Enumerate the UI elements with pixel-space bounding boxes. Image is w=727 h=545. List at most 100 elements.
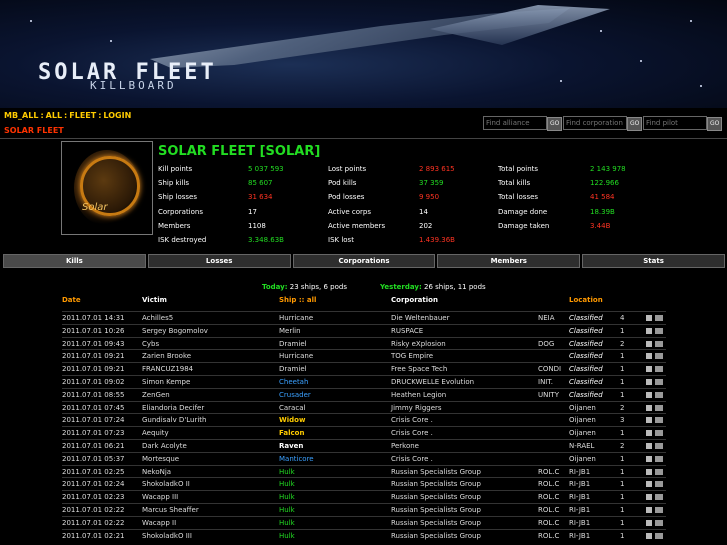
related-kills-icon[interactable]: [655, 494, 663, 501]
find-alliance-input[interactable]: [483, 116, 547, 130]
details-icon[interactable]: [646, 494, 652, 501]
table-row[interactable]: 2011.07.01 07:24 Gundisalv D'Lurith Widow C…: [62, 414, 666, 426]
nav-link-mb-all[interactable]: MB_ALL: [4, 111, 38, 120]
corp-name[interactable]: Heathen Legion: [391, 391, 446, 399]
details-icon[interactable]: [646, 468, 652, 475]
related-kills-icon[interactable]: [655, 353, 663, 360]
details-icon[interactable]: [646, 481, 652, 488]
corp-name[interactable]: Russian Specialists Group: [391, 468, 481, 476]
victim-name[interactable]: Zarien Brooke: [142, 352, 191, 360]
corp-name[interactable]: Crisis Core .: [391, 429, 433, 437]
corp-name[interactable]: DRUCKWELLE Evolution: [391, 378, 474, 386]
victim-name[interactable]: NekoNja: [142, 468, 171, 476]
related-kills-icon[interactable]: [655, 327, 663, 334]
table-row[interactable]: 2011.07.01 09:43 Cybs Dramiel Risky eXplosi…: [62, 338, 666, 350]
details-icon[interactable]: [646, 391, 652, 398]
tab-kills[interactable]: Kills: [3, 254, 146, 268]
col-header-ship[interactable]: Ship :: all: [279, 296, 316, 304]
related-kills-icon[interactable]: [655, 379, 663, 385]
table-row[interactable]: 2011.07.01 06:21 Dark Acolyte Raven Perkone…: [62, 440, 666, 452]
details-icon[interactable]: [646, 404, 652, 411]
details-icon[interactable]: [646, 532, 652, 539]
corp-name[interactable]: TOG Empire: [391, 352, 433, 360]
victim-name[interactable]: Cybs: [142, 340, 159, 348]
table-row[interactable]: 2011.07.01 02:25 NekoNja Hulk Russian Speci…: [62, 466, 666, 478]
details-icon[interactable]: [646, 507, 652, 513]
corp-name[interactable]: Free Space Tech: [391, 365, 447, 373]
find-corporation-input[interactable]: [563, 116, 627, 130]
find-corporation-go-button[interactable]: GO: [627, 116, 643, 131]
details-icon[interactable]: [646, 430, 652, 437]
corp-name[interactable]: Jimmy Riggers: [391, 404, 442, 412]
tab-corporations[interactable]: Corporations: [292, 254, 436, 268]
table-row[interactable]: 2011.07.01 05:37 Mortesque Manticore Crisis…: [62, 453, 666, 465]
details-icon[interactable]: [646, 340, 652, 347]
tab-members[interactable]: Members: [437, 254, 581, 268]
details-icon[interactable]: [646, 315, 652, 321]
victim-name[interactable]: ShokoladkO II: [142, 480, 190, 488]
details-icon[interactable]: [646, 366, 652, 373]
details-icon[interactable]: [646, 353, 652, 360]
victim-name[interactable]: Simon Kempe: [142, 378, 190, 386]
tab-stats[interactable]: Stats: [582, 254, 725, 268]
details-icon[interactable]: [646, 455, 652, 462]
related-kills-icon[interactable]: [655, 507, 663, 513]
related-kills-icon[interactable]: [655, 519, 663, 526]
find-pilot-input[interactable]: [643, 116, 707, 130]
related-kills-icon[interactable]: [655, 455, 663, 462]
corp-name[interactable]: Perkone: [391, 442, 419, 450]
col-header-date[interactable]: Date: [62, 296, 81, 304]
corp-name[interactable]: Crisis Core .: [391, 455, 433, 463]
table-row[interactable]: 2011.07.01 09:21 FRANCUZ1984 Dramiel Free S…: [62, 363, 666, 375]
details-icon[interactable]: [646, 327, 652, 334]
table-row[interactable]: 2011.07.01 07:45 Eliandoria Decifer Caraca…: [62, 402, 666, 414]
table-row[interactable]: 2011.07.01 02:22 Marcus Sheaffer Hulk Russi…: [62, 504, 666, 516]
corp-name[interactable]: Russian Specialists Group: [391, 519, 481, 527]
related-kills-icon[interactable]: [655, 315, 663, 321]
victim-name[interactable]: FRANCUZ1984: [142, 365, 193, 373]
victim-name[interactable]: Aequity: [142, 429, 169, 437]
find-alliance-go-button[interactable]: GO: [547, 116, 563, 131]
related-kills-icon[interactable]: [655, 532, 663, 539]
corp-name[interactable]: Russian Specialists Group: [391, 480, 481, 488]
table-row[interactable]: 2011.07.01 07:23 Aequity Falcon Crisis Core…: [62, 427, 666, 439]
col-header-location[interactable]: Location: [569, 296, 603, 304]
corp-name[interactable]: Crisis Core .: [391, 416, 433, 424]
victim-name[interactable]: Eliandoria Decifer: [142, 404, 204, 412]
details-icon[interactable]: [646, 379, 652, 385]
related-kills-icon[interactable]: [655, 468, 663, 475]
victim-name[interactable]: ZenGen: [142, 391, 170, 399]
table-row[interactable]: 2011.07.01 09:02 Simon Kempe Cheetah DRUCKW…: [62, 376, 666, 388]
related-kills-icon[interactable]: [655, 340, 663, 347]
related-kills-icon[interactable]: [655, 391, 663, 398]
related-kills-icon[interactable]: [655, 366, 663, 373]
related-kills-icon[interactable]: [655, 404, 663, 411]
victim-name[interactable]: Marcus Sheaffer: [142, 506, 199, 514]
related-kills-icon[interactable]: [655, 443, 663, 449]
details-icon[interactable]: [646, 519, 652, 526]
corp-name[interactable]: Russian Specialists Group: [391, 506, 481, 514]
table-row[interactable]: 2011.07.01 09:21 Zarien Brooke Hurricane TO…: [62, 350, 666, 362]
victim-name[interactable]: Sergey Bogomolov: [142, 327, 208, 335]
find-pilot-go-button[interactable]: GO: [707, 116, 723, 131]
corp-name[interactable]: Risky eXplosion: [391, 340, 446, 348]
victim-name[interactable]: ShokoladkO III: [142, 532, 192, 540]
victim-name[interactable]: Gundisalv D'Lurith: [142, 416, 206, 424]
victim-name[interactable]: Mortesque: [142, 455, 179, 463]
nav-link-fleet[interactable]: FLEET: [69, 111, 96, 120]
related-kills-icon[interactable]: [655, 430, 663, 437]
corp-name[interactable]: Russian Specialists Group: [391, 493, 481, 501]
corp-name[interactable]: RUSPACE: [391, 327, 423, 335]
related-kills-icon[interactable]: [655, 417, 663, 424]
victim-name[interactable]: Wacapp II: [142, 519, 176, 527]
details-icon[interactable]: [646, 443, 652, 449]
tab-losses[interactable]: Losses: [147, 254, 291, 268]
table-row[interactable]: 2011.07.01 14:31 Achilles5 Hurricane Die We…: [62, 312, 666, 324]
table-row[interactable]: 2011.07.01 02:22 Wacapp II Hulk Russian Spe…: [62, 517, 666, 529]
table-row[interactable]: 2011.07.01 02:23 Wacapp III Hulk Russian Sp…: [62, 491, 666, 503]
details-icon[interactable]: [646, 417, 652, 424]
nav-link-login[interactable]: LOGIN: [103, 111, 131, 120]
nav-link-all[interactable]: ALL: [46, 111, 62, 120]
victim-name[interactable]: Wacapp III: [142, 493, 178, 501]
table-row[interactable]: 2011.07.01 02:24 ShokoladkO II Hulk Russian…: [62, 478, 666, 490]
